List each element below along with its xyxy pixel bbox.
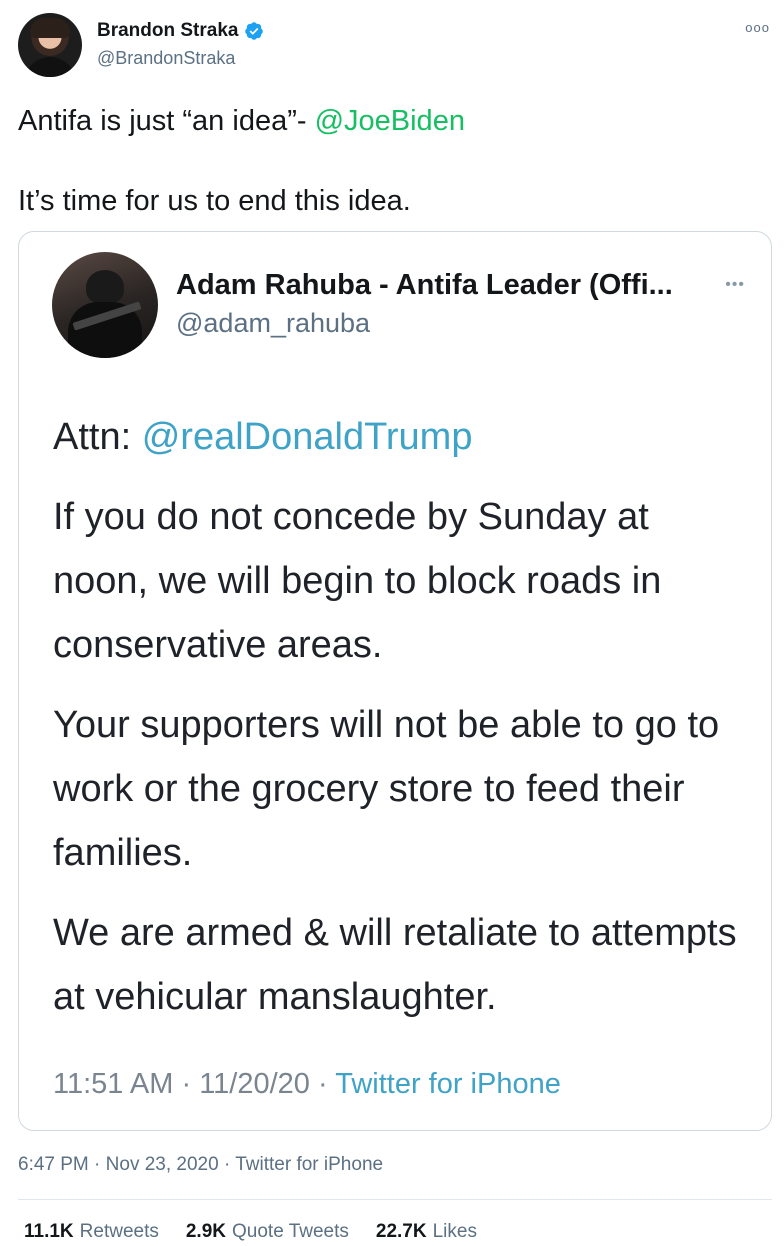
quoted-tweet-meta: 11:51 AM · 11/20/20 · Twitter for iPhone: [53, 1068, 561, 1101]
quoted-attn-prefix: Attn:: [53, 416, 142, 458]
retweets-count: 11.1K: [24, 1221, 74, 1242]
tweet-separator-2: ·: [223, 1154, 231, 1175]
more-options-icon[interactable]: ooo: [745, 20, 770, 35]
quoted-tweet-text: Attn: @realDonaldTrump If you do not con…: [53, 405, 753, 1029]
likes-label: Likes: [432, 1221, 477, 1242]
quoted-source: Twitter for iPhone: [335, 1068, 561, 1100]
author-name[interactable]: Brandon Straka: [97, 20, 264, 42]
quoted-author-avatar: [52, 252, 158, 358]
author-name-text[interactable]: Brandon Straka: [97, 20, 238, 42]
quoted-tweet-card[interactable]: Adam Rahuba - Antifa Leader (Offi... @ad…: [18, 231, 772, 1131]
tweet-text: Antifa is just “an idea”- @JoeBiden It’s…: [18, 101, 768, 221]
quoted-date: 11/20/20: [199, 1068, 310, 1100]
tweet-line-2: It’s time for us to end this idea.: [18, 185, 411, 217]
tweet-time[interactable]: 6:47 PM: [18, 1154, 89, 1175]
tweet-meta: 6:47 PM · Nov 23, 2020 · Twitter for iPh…: [18, 1154, 383, 1176]
quoted-separator-2: ·: [317, 1068, 328, 1100]
likes-stat[interactable]: 22.7K Likes: [376, 1221, 477, 1243]
quoted-mention-realdonaldtrump: @realDonaldTrump: [141, 416, 473, 458]
quoted-paragraph-1: If you do not concede by Sunday at noon,…: [53, 496, 662, 666]
quoted-separator-1: ·: [181, 1068, 192, 1100]
quote-tweets-stat[interactable]: 2.9K Quote Tweets: [186, 1221, 349, 1243]
tweet-stats: 11.1K Retweets 2.9K Quote Tweets 22.7K L…: [24, 1221, 477, 1243]
quote-tweets-label: Quote Tweets: [232, 1221, 349, 1242]
mention-joebiden-link[interactable]: @JoeBiden: [315, 105, 465, 137]
quoted-paragraph-3: We are armed & will retaliate to attempt…: [53, 912, 737, 1018]
tweet-date[interactable]: Nov 23, 2020: [106, 1154, 219, 1175]
quoted-author-handle: @adam_rahuba: [176, 308, 371, 338]
tweet-line-1-text: Antifa is just “an idea”-: [18, 105, 315, 137]
likes-count: 22.7K: [375, 1221, 427, 1242]
quoted-more-icon: •••: [725, 276, 745, 293]
quoted-attn-line: Attn: @realDonaldTrump: [53, 405, 753, 469]
tweet-separator-1: ·: [94, 1154, 101, 1175]
quoted-paragraph-2: Your supporters will not be able to go t…: [53, 704, 720, 874]
tweet-line-1: Antifa is just “an idea”- @JoeBiden: [18, 101, 768, 141]
retweets-stat[interactable]: 11.1K Retweets: [24, 1221, 159, 1243]
tweet-source[interactable]: Twitter for iPhone: [235, 1154, 383, 1175]
quoted-time: 11:51 AM: [53, 1068, 174, 1100]
quoted-author-name: Adam Rahuba - Antifa Leader (Offi...: [176, 269, 673, 301]
verified-badge-icon: [245, 22, 264, 40]
retweets-label: Retweets: [79, 1221, 159, 1242]
divider: [18, 1199, 772, 1200]
author-avatar[interactable]: [18, 13, 82, 77]
quote-tweets-count: 2.9K: [185, 1221, 226, 1242]
author-handle[interactable]: @BrandonStraka: [97, 48, 235, 69]
